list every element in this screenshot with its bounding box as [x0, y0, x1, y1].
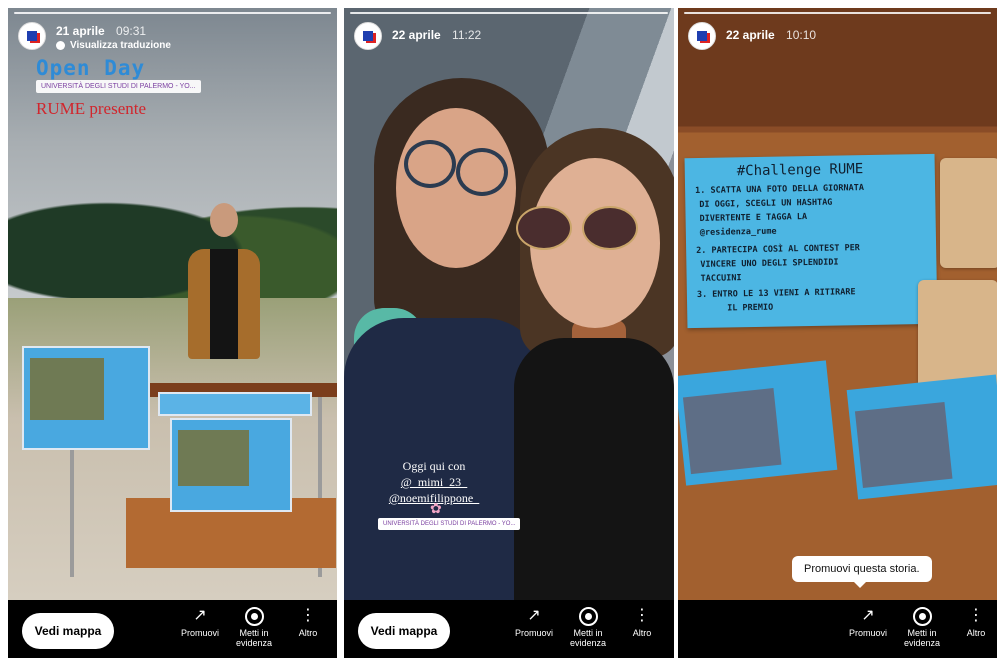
promote-button[interactable]: ↗ Promuovi — [174, 606, 226, 638]
poster — [678, 360, 838, 486]
flower-sticker-icon: ✿ — [430, 500, 442, 516]
story-progress-bar — [350, 12, 668, 14]
translate-icon — [56, 41, 65, 50]
story-subtitle-overlay: RUME presente — [36, 99, 147, 118]
avatar[interactable] — [18, 22, 46, 50]
story-date: 21 aprile — [56, 24, 105, 38]
heart-circle-icon — [228, 606, 280, 626]
story-bottom-bar: Vedi mappa ↗ Promuovi Metti in evidenza … — [8, 600, 337, 658]
story-bottom-bar: ↗ Promuovi Metti in evidenza ⋮ Altro — [678, 600, 997, 658]
promote-button[interactable]: ↗ Promuovi — [508, 606, 560, 638]
mention-link[interactable]: @_mimi_23_ — [384, 474, 484, 490]
more-button[interactable]: ⋮ Altro — [282, 606, 334, 638]
trend-arrow-icon: ↗ — [193, 607, 207, 624]
mention-overlay: Oggi qui con @_mimi_23_ @noemifilippone_ — [384, 458, 484, 506]
more-vertical-icon: ⋮ — [300, 607, 316, 624]
trend-arrow-icon: ↗ — [527, 607, 541, 624]
heart-circle-icon — [562, 606, 614, 626]
avatar[interactable] — [354, 22, 382, 50]
story-title-overlay: Open Day — [36, 56, 146, 80]
translate-link[interactable]: Visualizza traduzione — [56, 40, 171, 51]
story-date: 22 aprile — [726, 28, 775, 42]
avatar[interactable] — [688, 22, 716, 50]
highlight-button[interactable]: Metti in evidenza — [562, 606, 614, 648]
story-time: 09:31 — [116, 24, 147, 38]
story-image-3: #Challenge RUME 1. SCATTA UNA FOTO DELLA… — [678, 8, 997, 600]
story-panel-1[interactable]: Open Day UNIVERSITÀ DEGLI STUDI DI PALER… — [8, 8, 337, 658]
more-vertical-icon: ⋮ — [968, 607, 984, 624]
poster — [22, 346, 150, 450]
story-time: 10:10 — [786, 28, 817, 42]
promote-tooltip[interactable]: Promuovi questa storia. — [792, 556, 932, 588]
more-vertical-icon: ⋮ — [634, 607, 650, 624]
story-progress-bar — [684, 12, 991, 14]
more-button[interactable]: ⋮ Altro — [950, 606, 997, 638]
challenge-note: #Challenge RUME 1. SCATTA UNA FOTO DELLA… — [684, 153, 938, 329]
story-header: 21 aprile 09:31 Visualizza traduzione — [18, 22, 171, 51]
story-bottom-bar: Vedi mappa ↗ Promuovi Metti in evidenza … — [344, 600, 674, 658]
more-button[interactable]: ⋮ Altro — [616, 606, 668, 638]
bear-card — [940, 158, 997, 268]
highlight-button[interactable]: Metti in evidenza — [228, 606, 280, 648]
story-header: 22 aprile 10:10 — [688, 22, 816, 50]
story-panel-3[interactable]: #Challenge RUME 1. SCATTA UNA FOTO DELLA… — [678, 8, 997, 658]
poster — [846, 374, 997, 500]
story-header: 22 aprile 11:22 — [354, 22, 481, 50]
story-image-1: Open Day UNIVERSITÀ DEGLI STUDI DI PALER… — [8, 8, 337, 600]
view-map-button[interactable]: Vedi mappa — [22, 613, 114, 649]
location-sticker[interactable]: UNIVERSITÀ DEGLI STUDI DI PALERMO - YO..… — [36, 80, 201, 93]
bird-card — [918, 280, 997, 390]
story-panel-2[interactable]: Oggi qui con @_mimi_23_ @noemifilippone_… — [344, 8, 674, 658]
view-map-button[interactable]: Vedi mappa — [358, 613, 450, 649]
promote-button[interactable]: ↗ Promuovi — [842, 606, 894, 638]
heart-circle-icon — [896, 606, 948, 626]
person-figure — [186, 199, 262, 403]
poster — [170, 418, 292, 512]
flyers — [158, 392, 312, 416]
story-date: 22 aprile — [392, 28, 441, 42]
story-progress-bar — [14, 12, 331, 14]
highlight-button[interactable]: Metti in evidenza — [896, 606, 948, 648]
story-image-2: Oggi qui con @_mimi_23_ @noemifilippone_… — [344, 8, 674, 600]
location-sticker[interactable]: UNIVERSITÀ DEGLI STUDI DI PALERMO - YO..… — [378, 518, 521, 530]
trend-arrow-icon: ↗ — [861, 607, 875, 624]
story-time: 11:22 — [452, 28, 482, 42]
